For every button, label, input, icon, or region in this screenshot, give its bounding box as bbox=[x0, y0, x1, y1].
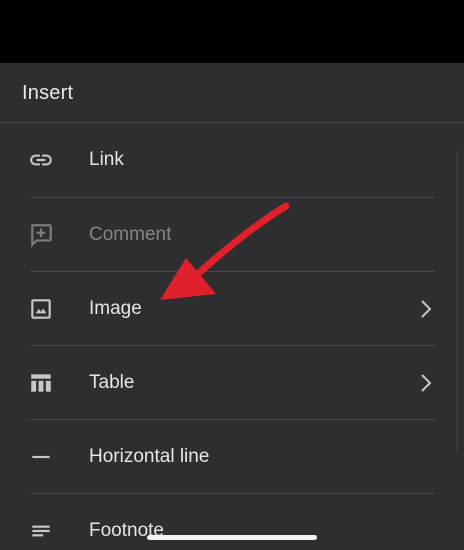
menu-item-label: Link bbox=[89, 149, 124, 170]
table-icon bbox=[28, 370, 54, 396]
menu-item-label: Comment bbox=[89, 224, 172, 245]
menu-item-label: Image bbox=[89, 298, 142, 319]
insert-sheet: Insert Link Comment Image Table Horizont… bbox=[0, 63, 464, 550]
screen: Insert Link Comment Image Table Horizont… bbox=[0, 0, 464, 550]
menu-item-image[interactable]: Image bbox=[0, 272, 464, 346]
home-indicator[interactable] bbox=[147, 535, 317, 540]
horizontal-line-icon bbox=[28, 444, 54, 470]
menu-item-comment[interactable]: Comment bbox=[0, 198, 464, 272]
add-comment-icon bbox=[28, 222, 54, 248]
sheet-title: Insert bbox=[22, 82, 74, 104]
chevron-right-icon bbox=[416, 299, 436, 319]
image-icon bbox=[28, 296, 54, 322]
menu-item-horizontal-line[interactable]: Horizontal line bbox=[0, 420, 464, 494]
menu-item-label: Horizontal line bbox=[89, 446, 210, 467]
menu-item-label: Table bbox=[89, 372, 135, 393]
menu-item-table[interactable]: Table bbox=[0, 346, 464, 420]
link-icon bbox=[28, 147, 54, 173]
menu-item-footnote[interactable]: Footnote bbox=[0, 494, 464, 550]
chevron-right-icon bbox=[416, 373, 436, 393]
footnote-icon bbox=[28, 518, 54, 544]
menu-item-link[interactable]: Link bbox=[0, 123, 464, 197]
sheet-header: Insert bbox=[0, 63, 464, 122]
status-bar bbox=[0, 0, 464, 63]
